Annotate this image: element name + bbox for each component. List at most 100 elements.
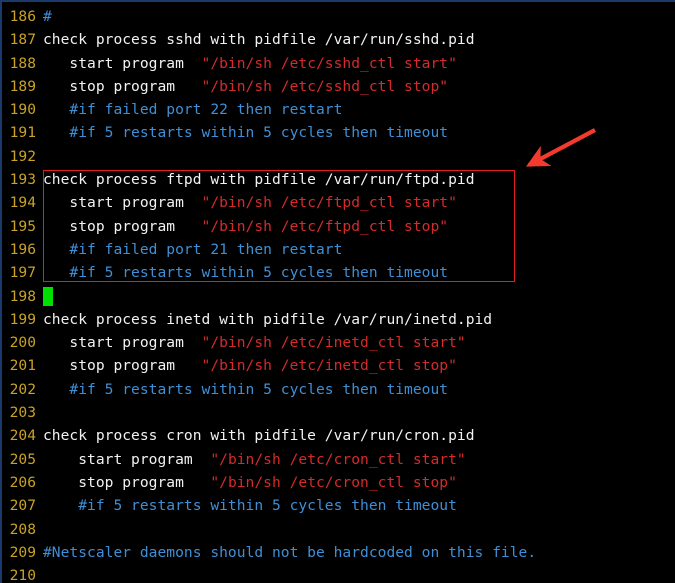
code-line-text: check process sshd with pidfile /var/run… — [43, 28, 475, 51]
code-line-text: start program "/bin/sh /etc/cron_ctl sta… — [43, 448, 466, 471]
token-plain: start program — [43, 54, 202, 72]
line-number: 190 — [9, 101, 36, 119]
token-plain: start program — [43, 334, 202, 352]
code-line[interactable]: 194 start program "/bin/sh /etc/ftpd_ctl… — [2, 191, 675, 214]
code-line[interactable]: 190 #if failed port 22 then restart — [2, 98, 675, 121]
line-number: 204 — [9, 427, 36, 445]
code-line[interactable]: 201 stop program "/bin/sh /etc/inetd_ctl… — [2, 354, 675, 377]
line-number: 192 — [9, 147, 36, 165]
code-line-text: # — [43, 5, 52, 28]
code-line-text: #if 5 restarts within 5 cycles then time… — [43, 378, 448, 401]
token-comment: #if 5 restarts within 5 cycles then time… — [43, 264, 449, 282]
code-line-text: #if 5 restarts within 5 cycles then time… — [43, 261, 448, 284]
line-number: 200 — [9, 334, 36, 352]
code-line[interactable]: 193 check process ftpd with pidfile /var/… — [2, 168, 675, 191]
line-number: 187 — [9, 31, 36, 49]
token-plain: check process inetd with pidfile /var/ru… — [43, 310, 493, 328]
line-number: 196 — [9, 240, 36, 258]
line-number: 207 — [9, 497, 36, 515]
token-comment: #if 5 restarts within 5 cycles then time… — [43, 497, 457, 515]
code-line-text: #Netscaler daemons should not be hardcod… — [43, 541, 536, 564]
code-line[interactable]: 202 #if 5 restarts within 5 cycles then … — [2, 378, 675, 401]
code-area[interactable]: 186 #187 check process sshd with pidfile /… — [2, 5, 675, 583]
line-number: 198 — [9, 287, 36, 305]
token-plain: stop program — [43, 357, 202, 375]
line-number: 188 — [9, 54, 36, 72]
line-number: 206 — [9, 473, 36, 491]
code-line[interactable]: 210 — [2, 564, 675, 583]
code-line[interactable]: 209 #Netscaler daemons should not be hard… — [2, 541, 675, 564]
code-line-text: check process ftpd with pidfile /var/run… — [43, 168, 475, 191]
line-number: 186 — [9, 8, 36, 25]
code-line[interactable]: 197 #if 5 restarts within 5 cycles then … — [2, 261, 675, 284]
token-plain: start program — [43, 450, 211, 468]
code-line[interactable]: 205 start program "/bin/sh /etc/cron_ctl… — [2, 448, 675, 471]
line-number: 199 — [9, 310, 36, 328]
code-line-text: #if failed port 22 then restart — [43, 98, 342, 121]
token-string: "/bin/sh /etc/cron_ctl start" — [210, 450, 466, 468]
token-plain: check process ftpd with pidfile /var/run… — [43, 171, 475, 189]
code-line[interactable]: 186 # — [2, 5, 675, 28]
code-line[interactable]: 188 start program "/bin/sh /etc/sshd_ctl… — [2, 52, 675, 75]
code-line-text: stop program "/bin/sh /etc/sshd_ctl stop… — [43, 75, 448, 98]
token-comment: #if 5 restarts within 5 cycles then time… — [43, 124, 449, 142]
token-plain: start program — [43, 194, 202, 212]
code-line[interactable]: 196 #if failed port 21 then restart — [2, 238, 675, 261]
line-number: 202 — [9, 380, 36, 398]
code-line[interactable]: 189 stop program "/bin/sh /etc/sshd_ctl … — [2, 75, 675, 98]
line-number: 194 — [9, 194, 36, 212]
code-line[interactable]: 191 #if 5 restarts within 5 cycles then … — [2, 121, 675, 144]
token-plain: check process sshd with pidfile /var/run… — [43, 31, 475, 49]
code-line-text: #if failed port 21 then restart — [43, 238, 342, 261]
text-cursor — [43, 286, 53, 306]
line-number: 193 — [9, 171, 36, 189]
code-line[interactable]: 198 — [2, 285, 675, 308]
token-plain: check process cron with pidfile /var/run… — [43, 427, 475, 445]
line-number: 203 — [9, 404, 36, 422]
line-number: 191 — [9, 124, 36, 142]
line-number: 208 — [9, 520, 36, 538]
line-number: 209 — [9, 543, 36, 561]
token-comment: # — [43, 8, 52, 25]
token-plain: stop program — [43, 217, 202, 235]
code-line[interactable]: 204 check process cron with pidfile /var/… — [2, 424, 675, 447]
token-plain: stop program — [43, 473, 211, 491]
code-line-text: check process cron with pidfile /var/run… — [43, 424, 475, 447]
token-comment: #if failed port 22 then restart — [43, 101, 343, 119]
code-line[interactable]: 187 check process sshd with pidfile /var/… — [2, 28, 675, 51]
code-line-text: #if 5 restarts within 5 cycles then time… — [43, 121, 448, 144]
code-line[interactable]: 192 — [2, 145, 675, 168]
code-line[interactable]: 203 — [2, 401, 675, 424]
code-line[interactable]: 208 — [2, 518, 675, 541]
code-line-text: stop program "/bin/sh /etc/inetd_ctl sto… — [43, 354, 457, 377]
line-number: 205 — [9, 450, 36, 468]
token-string: "/bin/sh /etc/inetd_ctl stop" — [201, 357, 457, 375]
code-line[interactable]: 195 stop program "/bin/sh /etc/ftpd_ctl … — [2, 215, 675, 238]
code-line-text: stop program "/bin/sh /etc/ftpd_ctl stop… — [43, 215, 448, 238]
code-line-text: stop program "/bin/sh /etc/cron_ctl stop… — [43, 471, 457, 494]
token-comment: #if 5 restarts within 5 cycles then time… — [43, 380, 449, 398]
code-line[interactable]: 199 check process inetd with pidfile /var… — [2, 308, 675, 331]
line-number: 197 — [9, 264, 36, 282]
code-line-text: #if 5 restarts within 5 cycles then time… — [43, 494, 457, 517]
code-line-text: start program "/bin/sh /etc/sshd_ctl sta… — [43, 52, 457, 75]
token-string: "/bin/sh /etc/cron_ctl stop" — [210, 473, 457, 491]
token-string: "/bin/sh /etc/ftpd_ctl stop" — [201, 217, 449, 235]
token-string: "/bin/sh /etc/inetd_ctl start" — [201, 334, 466, 352]
line-number: 201 — [9, 357, 36, 375]
token-plain: stop program — [43, 77, 202, 95]
code-line-text: start program "/bin/sh /etc/ftpd_ctl sta… — [43, 191, 457, 214]
code-line-text: check process inetd with pidfile /var/ru… — [43, 308, 492, 331]
code-line[interactable]: 207 #if 5 restarts within 5 cycles then … — [2, 494, 675, 517]
token-string: "/bin/sh /etc/sshd_ctl start" — [201, 54, 457, 72]
code-line[interactable]: 200 start program "/bin/sh /etc/inetd_ct… — [2, 331, 675, 354]
code-line-text: start program "/bin/sh /etc/inetd_ctl st… — [43, 331, 466, 354]
token-string: "/bin/sh /etc/ftpd_ctl start" — [201, 194, 457, 212]
token-string: "/bin/sh /etc/sshd_ctl stop" — [201, 77, 449, 95]
token-comment: #if failed port 21 then restart — [43, 240, 343, 258]
code-line[interactable]: 206 stop program "/bin/sh /etc/cron_ctl … — [2, 471, 675, 494]
line-number: 195 — [9, 217, 36, 235]
line-number: 189 — [9, 77, 36, 95]
token-comment: #Netscaler daemons should not be hardcod… — [43, 543, 537, 561]
text-editor-window[interactable]: 186 #187 check process sshd with pidfile /… — [0, 0, 675, 583]
